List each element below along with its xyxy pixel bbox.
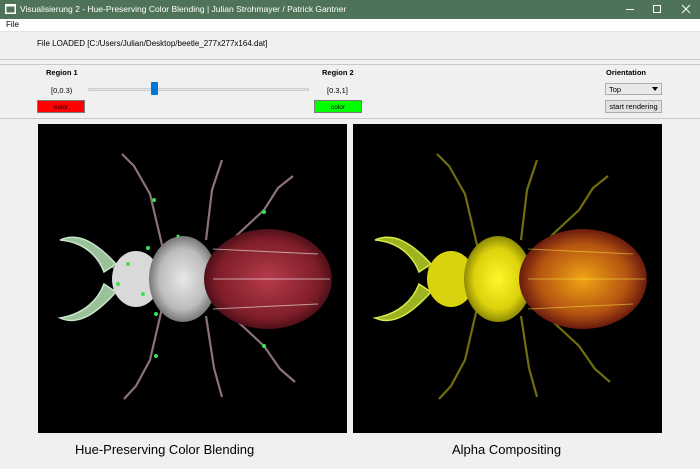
app-icon — [5, 4, 16, 14]
region2-label: Region 2 — [322, 68, 354, 77]
orientation-selected: Top — [609, 85, 622, 94]
threshold-slider-track[interactable] — [88, 88, 309, 91]
threshold-slider-handle[interactable] — [150, 82, 158, 95]
close-button[interactable] — [672, 0, 700, 19]
maximize-icon — [653, 5, 661, 13]
alpha-compositing-render-view — [353, 124, 662, 433]
file-status: File LOADED [C:/Users/Julian/Desktop/bee… — [37, 39, 268, 48]
minimize-button[interactable] — [616, 0, 644, 19]
window-title: Visualisierung 2 - Hue-Preserving Color … — [20, 4, 347, 14]
menu-file[interactable]: File — [6, 20, 19, 29]
divider — [0, 64, 700, 65]
divider — [0, 118, 700, 119]
orientation-select[interactable]: Top — [605, 83, 662, 95]
orientation-label: Orientation — [606, 68, 647, 77]
hue-preserving-render-view — [38, 124, 347, 433]
maximize-button[interactable] — [643, 0, 671, 19]
divider — [0, 59, 700, 60]
beetle-render-hue-preserving — [57, 153, 332, 400]
start-rendering-button[interactable]: start rendering — [605, 100, 662, 113]
region1-label: Region 1 — [46, 68, 78, 77]
region1-color-button[interactable]: color — [37, 100, 85, 113]
beetle-render-alpha-compositing — [372, 153, 647, 400]
region2-range: [0.3,1] — [327, 86, 348, 95]
minimize-icon — [626, 9, 634, 10]
chevron-down-icon — [652, 87, 658, 91]
title-bar: Visualisierung 2 - Hue-Preserving Color … — [0, 0, 700, 19]
close-icon — [681, 4, 691, 14]
region1-range: [0,0.3) — [51, 86, 73, 95]
region2-color-button[interactable]: color — [314, 100, 362, 113]
alpha-compositing-caption: Alpha Compositing — [452, 442, 562, 457]
menu-bar: File — [0, 19, 700, 32]
hue-preserving-caption: Hue-Preserving Color Blending — [75, 442, 255, 457]
